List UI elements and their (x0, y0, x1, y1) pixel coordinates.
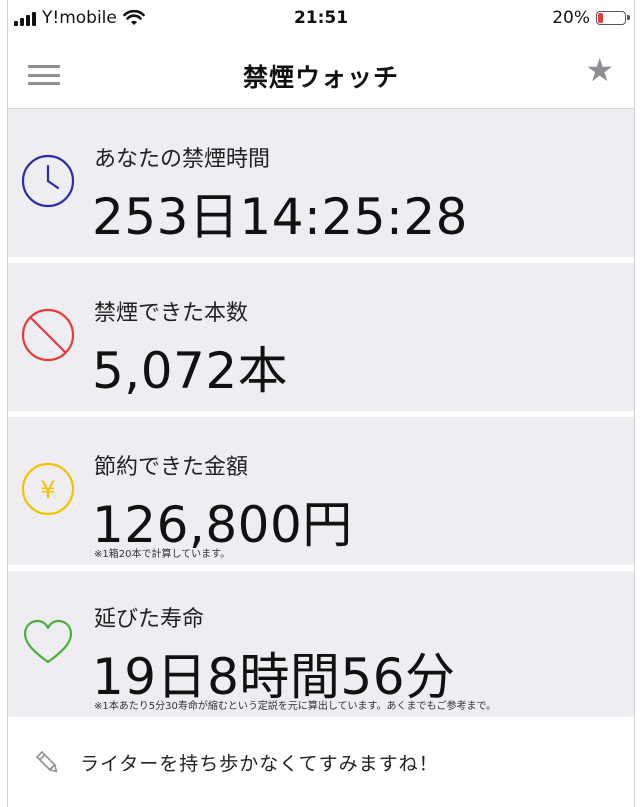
heart-icon (23, 619, 73, 664)
battery-group: 20% (552, 8, 630, 28)
card-quit-time: あなたの禁煙時間 253日14:25:28 (8, 109, 634, 257)
card-life-extended: 延びた寿命 19日8時間56分 ※1本あたり5分30寿命が縮むという定説を元に算… (8, 571, 634, 721)
card-cigarettes-avoided: 禁煙できた本数 5,072本 (8, 263, 634, 411)
card-label: あなたの禁煙時間 (94, 147, 271, 172)
star-icon[interactable]: ★ (585, 54, 614, 86)
card-note: ※1箱20本で計算しています。 (94, 549, 231, 560)
status-time: 21:51 (293, 8, 349, 28)
battery-level (598, 13, 603, 23)
app-frame: Y!mobile 21:51 20% 禁煙ウォッチ ★ あなたの禁煙時間 253… (7, 0, 635, 807)
card-value: 253日14:25:28 (92, 188, 468, 246)
card-note: ※1本あたり5分30寿命が縮むという定説を元に算出しています。あくまでもご参考ま… (94, 701, 497, 712)
card-label: 禁煙できた本数 (94, 301, 249, 326)
status-bar: Y!mobile 21:51 20% (8, 0, 634, 40)
card-label: 節約できた金額 (94, 455, 249, 480)
tip-message: ライターを持ち歩かなくてすみますね！ (80, 753, 439, 775)
page-title: 禁煙ウォッチ (242, 63, 399, 92)
battery-percent: 20% (552, 8, 590, 28)
stats-list: あなたの禁煙時間 253日14:25:28 禁煙できた本数 5,072本 ¥ 節… (8, 109, 634, 727)
svg-text:¥: ¥ (40, 476, 55, 504)
yen-icon: ¥ (21, 462, 75, 516)
navigation-bar: 禁煙ウォッチ ★ (8, 40, 634, 109)
battery-icon (596, 11, 630, 25)
card-label: 延びた寿命 (94, 607, 205, 632)
pencil-icon (35, 750, 58, 773)
card-money-saved: ¥ 節約できた金額 126,800円 ※1箱20本で計算しています。 (8, 417, 634, 565)
card-value: 5,072本 (92, 342, 289, 400)
clock-icon (21, 154, 75, 208)
prohibited-icon (21, 308, 75, 362)
tip-banner: ライターを持ち歩かなくてすみますね！ (8, 717, 634, 805)
